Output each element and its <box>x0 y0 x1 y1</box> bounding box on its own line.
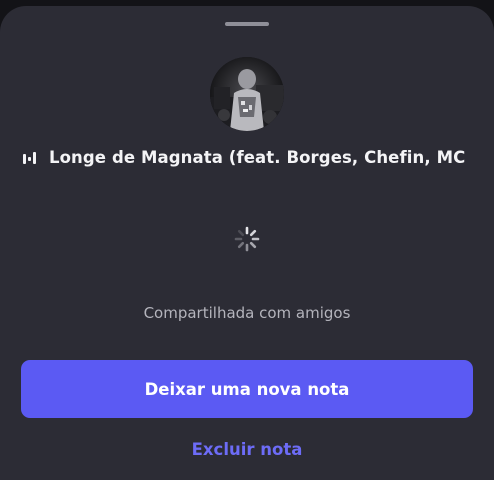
audio-equalizer-icon <box>23 150 39 164</box>
album-art-image <box>210 57 284 131</box>
new-note-button[interactable]: Deixar uma nova nota <box>21 360 473 418</box>
sharing-status-text: Compartilhada com amigos <box>143 304 351 322</box>
album-art-avatar <box>210 57 284 131</box>
loading-spinner-icon <box>233 225 261 253</box>
drag-handle[interactable] <box>225 22 269 26</box>
bottom-sheet: Longe de Magnata (feat. Borges, Chefin, … <box>0 6 494 480</box>
song-title: Longe de Magnata (feat. Borges, Chefin, … <box>49 147 471 167</box>
song-info-row: Longe de Magnata (feat. Borges, Chefin, … <box>23 145 471 169</box>
delete-note-button[interactable]: Excluir nota <box>0 440 494 459</box>
